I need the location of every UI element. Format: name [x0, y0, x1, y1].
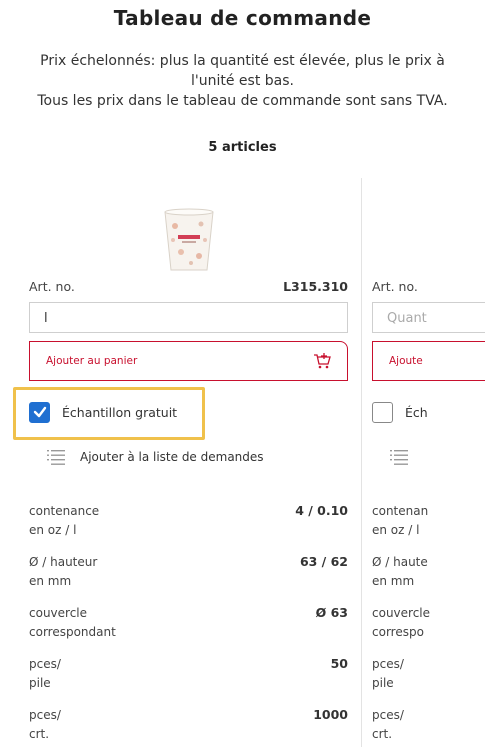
spec-label-line: correspo [372, 625, 424, 639]
list-icon[interactable] [47, 449, 65, 465]
art-no-label: Art. no. [372, 279, 418, 294]
spec-label-line: en oz / l [372, 523, 420, 537]
spec-label: couvercle correspo [372, 604, 430, 642]
quantity-input[interactable]: Quant [372, 302, 485, 333]
add-to-cart-label: Ajouter au panier [46, 355, 138, 367]
art-no-value: L315.310 [283, 279, 348, 294]
free-sample-checkbox[interactable] [29, 402, 50, 423]
spec-label-line: pces/ [29, 657, 61, 671]
spec-label-line: pces/ [29, 708, 61, 722]
spec-label-line: couvercle [29, 606, 88, 620]
spec-label-line: Ø / haute [372, 555, 428, 569]
add-to-cart-button[interactable]: Ajoute [372, 341, 485, 381]
product-cup-image [164, 208, 214, 271]
spec-label: pces/ pile [372, 655, 404, 693]
spec-label: pces/ crt. [29, 706, 61, 744]
spec-value: Ø 63 [315, 605, 348, 620]
cart-plus-icon [314, 353, 331, 369]
art-no-label: Art. no. [29, 279, 75, 294]
spec-label: pces/ crt. [372, 706, 404, 744]
spec-label: Ø / haute en mm [372, 553, 428, 591]
quantity-input[interactable]: l [29, 302, 348, 333]
spec-value: 63 / 62 [299, 554, 348, 569]
product-column-2: Art. no. Quant Ajoute Éch contenan en oz… [372, 0, 485, 747]
spec-label-line: pces/ [372, 708, 404, 722]
column-divider [361, 178, 362, 747]
add-to-cart-button[interactable]: Ajouter au panier [29, 341, 348, 381]
spec-value: 1000 [313, 707, 348, 722]
spec-label: pces/ pile [29, 655, 61, 693]
free-sample-checkbox[interactable] [372, 402, 393, 423]
spec-label: contenance en oz / l [29, 502, 99, 540]
spec-value: 50 [330, 656, 348, 671]
spec-label-line: contenan [372, 504, 429, 518]
spec-label: contenan en oz / l [372, 502, 428, 540]
list-icon[interactable] [390, 449, 408, 465]
spec-label-line: correspondant [29, 625, 116, 639]
spec-label-line: en mm [29, 574, 72, 588]
free-sample-label[interactable]: Échantillon gratuit [62, 405, 177, 420]
spec-label-line: couvercle [372, 606, 431, 620]
spec-label-line: crt. [372, 727, 393, 741]
checkmark-icon [33, 406, 47, 418]
spec-label-line: pces/ [372, 657, 404, 671]
spec-label-line: pile [372, 676, 394, 690]
free-sample-label[interactable]: Éch [405, 405, 428, 420]
spec-label: Ø / hauteur en mm [29, 553, 97, 591]
spec-label-line: pile [29, 676, 51, 690]
spec-label-line: crt. [29, 727, 50, 741]
spec-label-line: Ø / hauteur [29, 555, 98, 569]
spec-label: couvercle correspondant [29, 604, 116, 642]
add-to-request-list-link[interactable]: Ajouter à la liste de demandes [80, 450, 264, 464]
spec-value: 4 / 0.10 [295, 503, 348, 518]
add-to-cart-label: Ajoute [389, 355, 423, 367]
spec-label-line: en mm [372, 574, 415, 588]
spec-label-line: contenance [29, 504, 100, 518]
spec-label-line: en oz / l [29, 523, 77, 537]
